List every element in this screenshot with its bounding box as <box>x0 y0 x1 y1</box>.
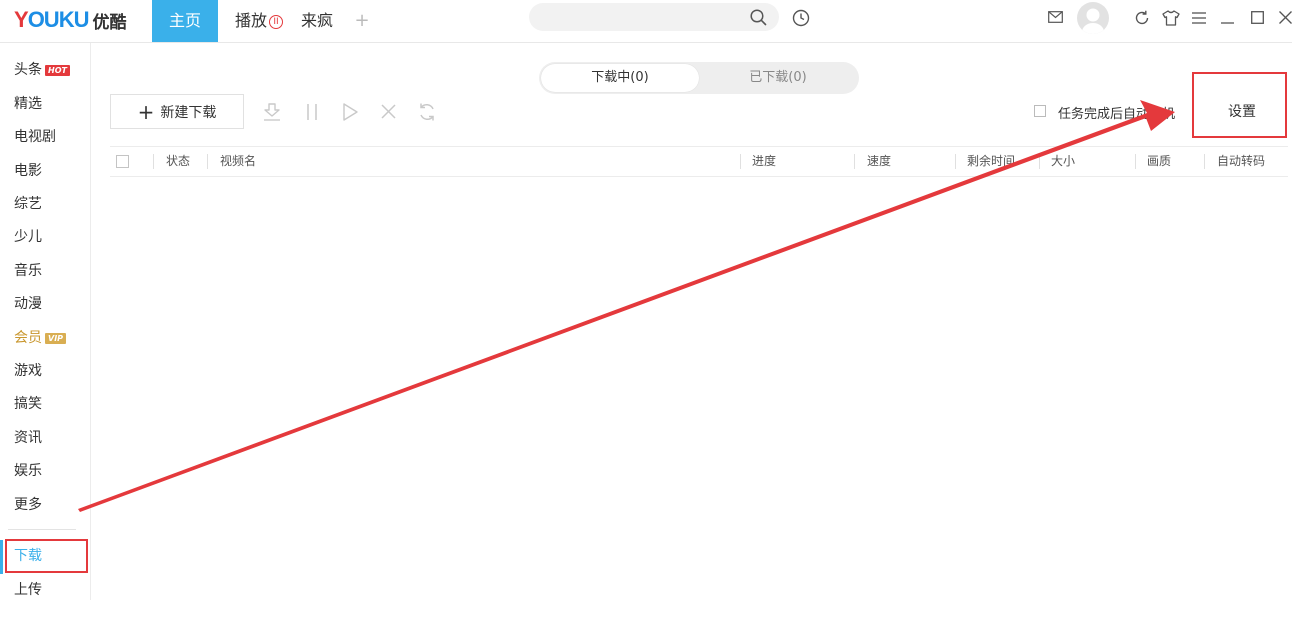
annotation-arrow <box>78 100 1175 512</box>
